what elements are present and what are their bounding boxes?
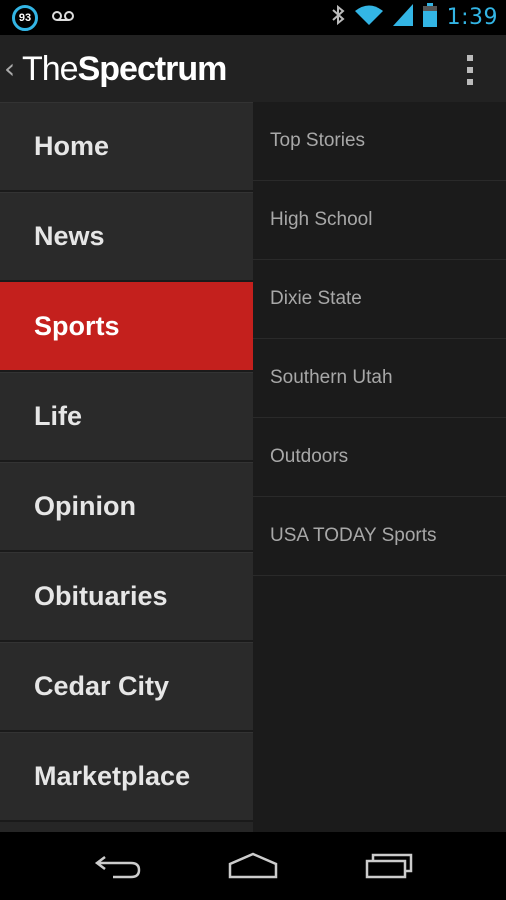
wifi-icon xyxy=(354,4,383,31)
logo-the: The xyxy=(22,49,79,88)
recent-apps-icon[interactable] xyxy=(358,846,418,886)
menu-item-marketplace[interactable]: Marketplace xyxy=(0,732,253,822)
clock: 1:39 xyxy=(446,5,498,30)
sub-item-high-school[interactable]: High School xyxy=(253,181,506,260)
back-icon[interactable] xyxy=(88,846,148,886)
voicemail-icon xyxy=(52,9,74,27)
system-nav-bar xyxy=(0,832,506,900)
home-icon[interactable] xyxy=(223,846,283,886)
menu-item-home[interactable]: Home xyxy=(0,102,253,192)
sub-item-dixie-state[interactable]: Dixie State xyxy=(253,260,506,339)
menu-item-obituaries[interactable]: Obituaries xyxy=(0,552,253,642)
bluetooth-icon xyxy=(331,4,345,31)
menu-item-life[interactable]: Life xyxy=(0,372,253,462)
sub-item-southern-utah[interactable]: Southern Utah xyxy=(253,339,506,418)
logo-spectrum: Spectrum xyxy=(77,49,228,88)
sub-item-top-stories[interactable]: Top Stories xyxy=(253,102,506,181)
sub-item-usa-today-sports[interactable]: USA TODAY Sports xyxy=(253,497,506,576)
subsection-menu: Top Stories High School Dixie State Sout… xyxy=(253,102,506,832)
status-bar: 93 1:39 xyxy=(0,0,506,35)
section-menu: Home News Sports Life Opinion Obituaries… xyxy=(0,102,253,832)
cell-signal-icon xyxy=(392,4,413,31)
menu-item-sports[interactable]: Sports xyxy=(0,282,253,372)
sub-item-outdoors[interactable]: Outdoors xyxy=(253,418,506,497)
status-left: 93 xyxy=(0,4,74,31)
menu-item-news[interactable]: News xyxy=(0,192,253,282)
app-logo[interactable]: TheSpectrum xyxy=(22,49,228,88)
notification-badge-icon: 93 xyxy=(12,4,38,31)
up-caret-icon[interactable]: ‹ xyxy=(4,54,20,83)
overflow-menu-icon[interactable] xyxy=(464,55,476,85)
battery-icon xyxy=(422,3,437,32)
menu-item-cedar-city[interactable]: Cedar City xyxy=(0,642,253,732)
status-right: 1:39 xyxy=(331,0,498,35)
menu-item-opinion[interactable]: Opinion xyxy=(0,462,253,552)
action-bar: ‹ TheSpectrum xyxy=(0,35,506,102)
